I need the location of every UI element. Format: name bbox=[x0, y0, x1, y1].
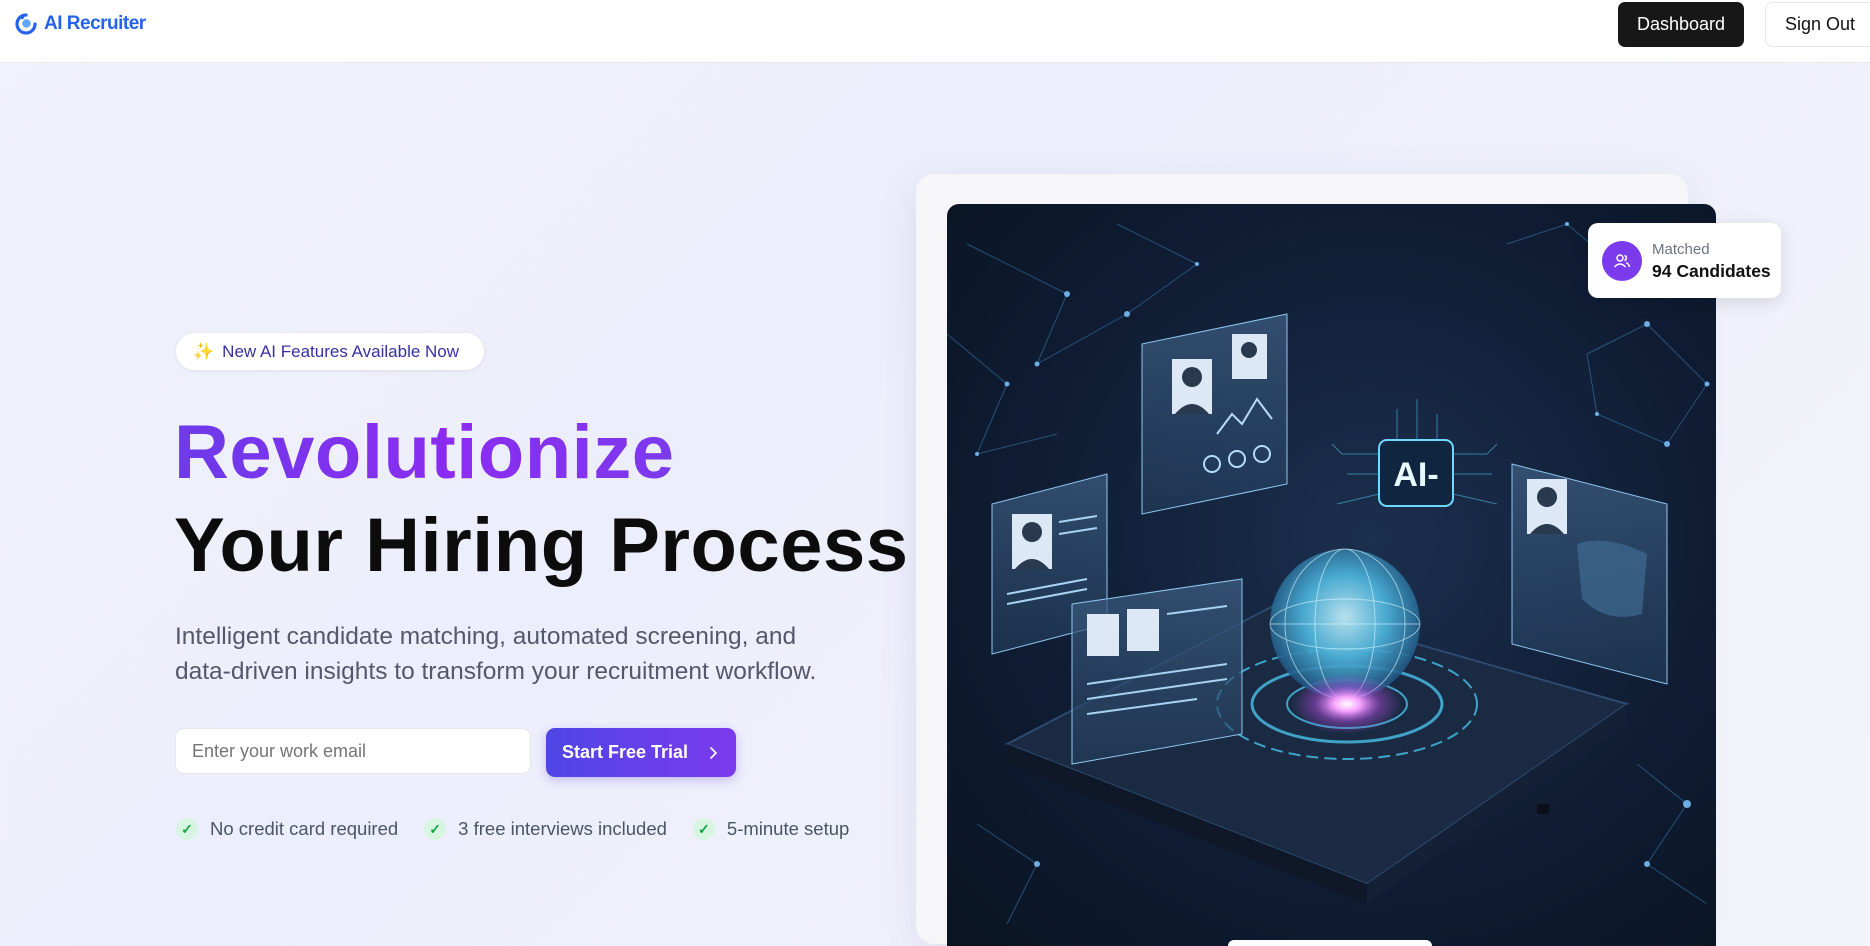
users-icon bbox=[1602, 240, 1642, 281]
dashboard-button[interactable]: Dashboard bbox=[1618, 2, 1744, 47]
chevron-right-icon bbox=[710, 746, 717, 759]
new-features-badge: ✨ New AI Features Available Now bbox=[176, 333, 484, 370]
ai-illustration-graphic: AI- bbox=[947, 204, 1716, 946]
feature-item: ✓ No credit card required bbox=[176, 818, 398, 840]
work-email-input[interactable] bbox=[175, 728, 531, 774]
feature-label: 5-minute setup bbox=[726, 818, 850, 839]
hero-title-line1: Revolutionize bbox=[174, 408, 675, 498]
top-nav: AI Recruiter Dashboard Sign Out bbox=[0, 0, 1870, 63]
feature-label: No credit card required bbox=[210, 818, 399, 839]
feature-item: ✓ 5-minute setup bbox=[692, 818, 850, 840]
matched-candidates-card: Matched 94 Candidates bbox=[1588, 223, 1781, 298]
bottom-overlay-pill bbox=[1228, 940, 1432, 946]
brand-logo[interactable]: AI Recruiter bbox=[14, 12, 146, 36]
sparkles-icon: ✨ bbox=[193, 341, 215, 361]
logo-swirl-icon bbox=[15, 13, 37, 35]
start-free-trial-button[interactable]: Start Free Trial bbox=[546, 728, 736, 777]
matched-text: Matched 94 Candidates bbox=[1652, 240, 1771, 282]
feature-list: ✓ No credit card required ✓ 3 free inter… bbox=[176, 818, 849, 840]
matched-label: Matched bbox=[1652, 240, 1710, 258]
hero-title-line2: Your Hiring Process bbox=[174, 503, 909, 588]
brand-name: AI Recruiter bbox=[44, 13, 146, 34]
check-icon: ✓ bbox=[692, 818, 715, 840]
feature-item: ✓ 3 free interviews included bbox=[424, 818, 667, 840]
ai-recruitment-illustration: AI- bbox=[947, 204, 1716, 946]
svg-text:AI-: AI- bbox=[1393, 456, 1438, 494]
start-free-trial-label: Start Free Trial bbox=[561, 742, 689, 762]
feature-label: 3 free interviews included bbox=[458, 818, 667, 839]
check-icon: ✓ bbox=[424, 818, 447, 840]
check-icon: ✓ bbox=[176, 818, 198, 840]
sign-out-button[interactable]: Sign Out bbox=[1765, 2, 1870, 47]
matched-value: 94 Candidates bbox=[1652, 260, 1771, 281]
badge-text: New AI Features Available Now bbox=[222, 341, 460, 361]
hero-subtitle: Intelligent candidate matching, automate… bbox=[175, 623, 817, 685]
